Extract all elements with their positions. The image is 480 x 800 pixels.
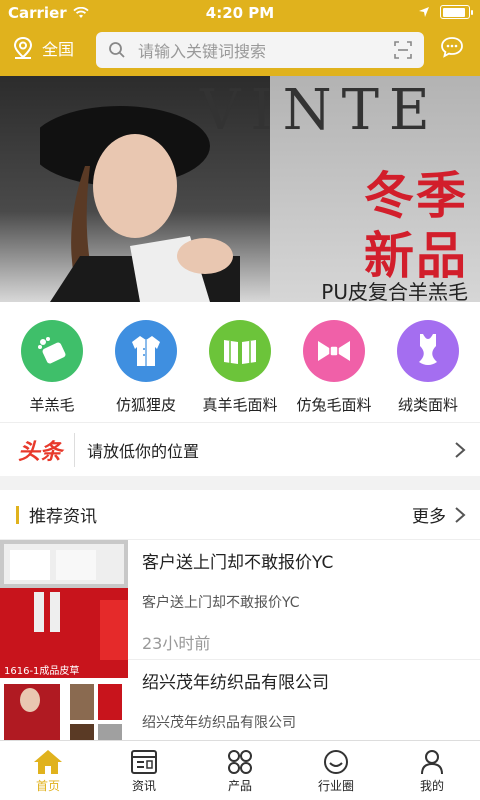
category-item[interactable]: 羊羔毛 — [6, 302, 98, 422]
clock: 4:20 PM — [205, 4, 275, 22]
bow-icon — [318, 341, 350, 361]
news-summary: 客户送上门却不敢报价YC — [142, 595, 300, 611]
headline-divider — [74, 432, 76, 467]
fabric-rolls-image — [0, 540, 128, 660]
smile-icon — [324, 750, 348, 774]
tab-label: 首页 — [35, 779, 60, 793]
news-icon — [131, 750, 157, 774]
products-icon — [228, 750, 252, 774]
promo-banner[interactable]: VINTE 冬季 新品 PU皮复合羊羔毛 — [0, 76, 480, 302]
news-item[interactable]: 客户送上门却不敢报价YC 客户送上门却不敢报价YC 23小时前 — [0, 540, 480, 660]
headline-text: 请放低你的位置 — [87, 441, 200, 461]
cleaning-sponge-icon — [38, 337, 66, 364]
news-summary: 绍兴茂年纺织品有限公司 — [142, 715, 296, 731]
coat-icon — [132, 336, 160, 366]
swimsuit-icon — [419, 334, 437, 365]
tab-products[interactable]: 产品 — [192, 741, 288, 800]
category-icon-circle — [303, 320, 365, 382]
search-icon — [109, 42, 125, 58]
category-label: 仿狐狸皮 — [115, 396, 176, 414]
search-placeholder: 请输入关键词搜索 — [138, 42, 267, 61]
tab-news[interactable]: 资讯 — [96, 741, 192, 800]
headline-strip[interactable]: 头条 请放低你的位置 — [0, 422, 480, 476]
category-label: 羊羔毛 — [29, 396, 75, 414]
top-header: Carrier 4:20 PM 全国 请输入关键词搜索 — [0, 0, 480, 76]
tab-community[interactable]: 行业圈 — [288, 741, 384, 800]
category-label: 真羊毛面料 — [202, 396, 278, 414]
tab-label: 行业圈 — [317, 779, 354, 793]
banner-brand: VINTE — [200, 78, 440, 143]
category-icon-circle — [21, 320, 83, 382]
tab-mine[interactable]: 我的 — [384, 741, 480, 800]
headline-tag: 头条 — [18, 439, 63, 465]
category-label: 仿兔毛面料 — [296, 396, 372, 414]
category-icon-circle — [115, 320, 177, 382]
category-item[interactable]: 绒类面料 — [382, 302, 474, 422]
category-icon-circle — [397, 320, 459, 382]
chat-bubble-icon — [441, 37, 463, 58]
header-nav: 全国 请输入关键词搜索 — [0, 30, 480, 70]
bottom-tab-bar: 首页 资讯 产品 行业圈 我的 — [0, 740, 480, 800]
home-icon — [34, 750, 62, 774]
location-selector[interactable]: 全国 — [12, 36, 74, 60]
more-link[interactable]: 更多 — [412, 502, 446, 527]
app-screen: Carrier 4:20 PM 全国 请输入关键词搜索 VINTE 冬季 新品 … — [0, 0, 480, 800]
category-item[interactable]: 仿狐狸皮 — [100, 302, 192, 422]
open-book-icon — [224, 340, 256, 364]
status-right — [418, 5, 473, 19]
thumb-caption: 1616-1成品皮草 — [4, 666, 80, 677]
battery-icon — [440, 5, 473, 19]
news-thumbnail — [0, 540, 128, 660]
news-time: 23小时前 — [142, 634, 211, 653]
recommend-title: 推荐资讯 — [29, 507, 97, 527]
scan-icon[interactable] — [394, 41, 412, 59]
tab-label: 我的 — [419, 779, 444, 793]
tab-label: 资讯 — [131, 779, 156, 793]
chevron-right-icon — [455, 441, 466, 458]
recommend-header: 推荐资讯 更多 — [0, 490, 480, 540]
user-icon — [421, 750, 443, 775]
category-item[interactable]: 仿兔毛面料 — [288, 302, 380, 422]
category-label: 绒类面料 — [397, 396, 458, 414]
location-arrow-icon — [419, 7, 429, 17]
location-pin-icon — [13, 36, 33, 59]
search-input[interactable]: 请输入关键词搜索 — [96, 32, 424, 68]
category-row: 羊羔毛 仿狐狸皮 真羊毛面料 仿兔毛面料 绒类面料 — [0, 302, 480, 422]
status-bar: Carrier 4:20 PM — [0, 0, 480, 26]
section-accent-bar — [16, 505, 19, 524]
news-title: 客户送上门却不敢报价YC — [142, 553, 334, 573]
category-item[interactable]: 真羊毛面料 — [194, 302, 286, 422]
chevron-right-icon[interactable] — [454, 506, 466, 524]
tab-home[interactable]: 首页 — [0, 741, 96, 800]
banner-subtitle: PU皮复合羊羔毛 — [321, 280, 468, 302]
location-label: 全国 — [42, 40, 75, 59]
news-title: 绍兴茂年纺织品有限公司 — [142, 673, 329, 693]
category-icon-circle — [209, 320, 271, 382]
message-button[interactable] — [440, 36, 464, 62]
tab-label: 产品 — [227, 779, 252, 793]
